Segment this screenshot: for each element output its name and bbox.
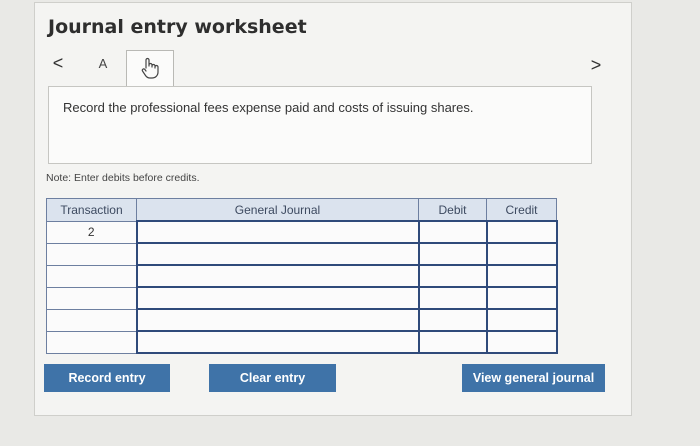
transaction-cell: 2 <box>46 220 137 244</box>
previous-icon[interactable]: < <box>48 52 68 74</box>
clear-entry-button[interactable]: Clear entry <box>209 364 336 392</box>
debit-input[interactable] <box>417 264 488 288</box>
table-row <box>46 308 558 332</box>
instruction-box: Record the professional fees expense pai… <box>48 86 592 164</box>
account-input[interactable] <box>135 286 420 310</box>
credit-input[interactable] <box>485 286 558 310</box>
table-row <box>46 264 558 288</box>
record-entry-button[interactable]: Record entry <box>44 364 170 392</box>
credit-input[interactable] <box>485 242 558 266</box>
credit-input[interactable] <box>485 308 558 332</box>
next-icon[interactable]: > <box>586 54 606 76</box>
debit-input[interactable] <box>417 286 488 310</box>
account-input[interactable] <box>135 264 420 288</box>
column-header-transaction: Transaction <box>46 198 137 222</box>
table-row: 2 <box>46 220 558 244</box>
transaction-cell <box>46 330 137 354</box>
account-input[interactable] <box>135 308 420 332</box>
debit-input[interactable] <box>417 330 488 354</box>
column-header-general-journal: General Journal <box>136 198 419 222</box>
account-input[interactable] <box>135 330 420 354</box>
credit-input[interactable] <box>485 220 558 244</box>
transaction-cell <box>46 286 137 310</box>
debit-input[interactable] <box>417 220 488 244</box>
tab-a[interactable]: A <box>88 52 118 76</box>
column-header-debit: Debit <box>418 198 487 222</box>
instruction-text: Record the professional fees expense pai… <box>63 100 474 115</box>
view-general-journal-button[interactable]: View general journal <box>462 364 605 392</box>
column-header-credit: Credit <box>486 198 557 222</box>
table-row <box>46 242 558 266</box>
journal-table: Transaction General Journal Debit Credit… <box>46 198 558 354</box>
debit-input[interactable] <box>417 308 488 332</box>
note-text: Note: Enter debits before credits. <box>46 172 200 184</box>
credit-input[interactable] <box>485 330 558 354</box>
table-row <box>46 330 558 354</box>
page-title: Journal entry worksheet <box>48 16 307 38</box>
account-input[interactable] <box>135 220 420 244</box>
debit-input[interactable] <box>417 242 488 266</box>
transaction-cell <box>46 242 137 266</box>
account-input[interactable] <box>135 242 420 266</box>
table-row <box>46 286 558 310</box>
tab-current[interactable] <box>126 50 174 87</box>
transaction-cell <box>46 308 137 332</box>
hand-pointer-icon <box>141 57 159 79</box>
credit-input[interactable] <box>485 264 558 288</box>
transaction-cell <box>46 264 137 288</box>
table-header-row: Transaction General Journal Debit Credit <box>46 198 557 222</box>
